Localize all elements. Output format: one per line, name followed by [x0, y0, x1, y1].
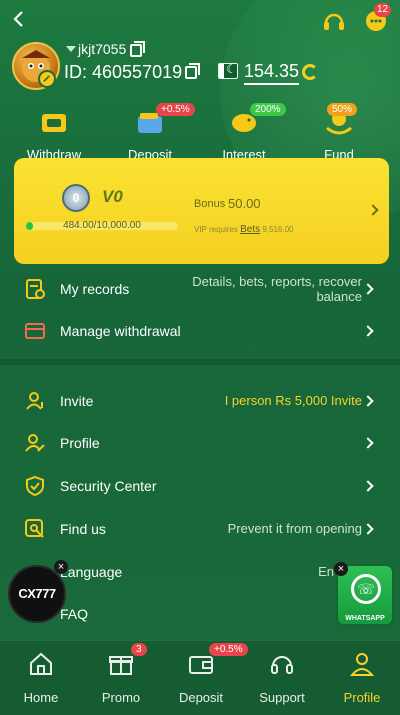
copy-username-icon[interactable] — [130, 41, 145, 57]
profile-page: 12 jkjt7055 ID: 460557019 154.35 Withdra… — [0, 0, 400, 715]
chevron-right-icon — [362, 283, 374, 295]
vip-bets-link[interactable]: Bets — [240, 224, 260, 235]
row-my-records[interactable]: My records Details, bets, reports, recov… — [0, 272, 400, 306]
row-label: My records — [60, 281, 130, 297]
cx777-float-button[interactable]: CX777 — [8, 565, 66, 623]
bottom-nav: Home 3 Promo +0.5% Deposit Support Profi… — [0, 640, 400, 715]
nav-deposit[interactable]: +0.5% Deposit — [161, 641, 248, 715]
message-count-badge: 12 — [374, 3, 392, 17]
deposit-button[interactable]: +0.5% Deposit — [110, 103, 195, 162]
profile-edit-icon — [25, 434, 45, 452]
withdraw-button[interactable]: Withdraw — [14, 108, 94, 162]
row-find-us[interactable]: Find us Prevent it from opening — [0, 514, 400, 544]
row-label: FAQ — [60, 606, 89, 622]
row-invite[interactable]: Invite I person Rs 5,000 Invite — [0, 386, 400, 416]
invite-user-icon — [26, 392, 43, 410]
customer-service-icon[interactable] — [322, 9, 346, 33]
vip-req-value: 9,516.00 — [262, 225, 294, 234]
vip-level: V0 — [102, 187, 123, 206]
interest-tag: 200% — [250, 103, 286, 116]
chevron-right-icon — [362, 437, 374, 449]
find-us-icon — [25, 519, 44, 538]
chevron-right-icon — [362, 523, 374, 535]
gift-icon — [109, 656, 133, 675]
deposit-bonus-tag: +0.5% — [156, 103, 195, 116]
vip-requirement: VIP requires Bets 9,516.00 — [194, 224, 294, 235]
section-divider — [0, 359, 400, 365]
row-label: Manage withdrawal — [60, 323, 181, 339]
wallet-icon — [189, 656, 213, 674]
row-label: Security Center — [60, 478, 157, 494]
row-profile[interactable]: Profile — [0, 428, 400, 458]
vip-req-prefix: VIP requires — [194, 225, 238, 234]
home-icon — [30, 652, 52, 675]
nav-label: Promo — [101, 690, 141, 705]
vip-level-badge: 0 — [62, 184, 90, 212]
interest-button[interactable]: 200% Interest — [204, 103, 286, 162]
vip-card[interactable]: 0 V0 484.00/10,000.00 Bonus 50.00 VIP re… — [14, 158, 389, 264]
row-manage-withdrawal[interactable]: Manage withdrawal — [0, 316, 400, 346]
row-label: Find us — [60, 521, 106, 537]
vip-bonus-label: Bonus — [194, 198, 226, 210]
back-arrow-icon[interactable] — [8, 8, 30, 30]
refresh-balance-icon[interactable] — [302, 64, 318, 80]
user-dropdown-icon[interactable] — [66, 46, 76, 52]
copy-id-icon[interactable] — [185, 63, 200, 79]
nav-label: Deposit — [178, 690, 224, 705]
username: jkjt7055 — [78, 41, 127, 57]
whatsapp-icon: ☏ — [351, 574, 381, 604]
nav-support[interactable]: Support — [242, 641, 322, 715]
nav-label: Support — [259, 690, 305, 705]
headset-icon — [271, 656, 293, 674]
fund-button[interactable]: 50% Fund — [299, 103, 379, 162]
fund-tag: 50% — [327, 103, 358, 116]
nav-label: Home — [23, 690, 59, 705]
records-desc-line1: Details, bets, reports, recover — [192, 274, 362, 289]
row-label: Language — [60, 564, 123, 580]
nav-profile[interactable]: Profile — [322, 641, 400, 715]
records-icon — [26, 279, 45, 299]
row-value: En — [318, 564, 334, 579]
invite-reward-text: I person Rs 5,000 Invite — [224, 393, 362, 408]
whatsapp-label: WHATSAPP — [345, 615, 385, 622]
chevron-right-icon — [367, 204, 379, 216]
pakistan-flag-icon — [218, 63, 238, 79]
withdraw-icon — [42, 114, 66, 132]
vip-progress-text: 484.00/10,000.00 — [63, 220, 141, 231]
close-icon[interactable]: × — [54, 560, 68, 574]
row-value: Prevent it from opening — [227, 521, 362, 536]
shield-icon — [26, 475, 44, 497]
edit-avatar-icon[interactable] — [38, 70, 56, 88]
nav-promo[interactable]: 3 Promo — [81, 641, 161, 715]
withdrawal-card-icon — [25, 323, 45, 339]
nav-home[interactable]: Home — [1, 641, 81, 715]
user-id: ID: 460557019 — [64, 62, 183, 82]
row-security-center[interactable]: Security Center — [0, 471, 400, 501]
row-label: Profile — [60, 435, 100, 451]
wallet-balance: 154.35 — [244, 61, 300, 85]
records-desc-line2: balance — [316, 289, 362, 304]
row-label: Invite — [60, 393, 94, 409]
nav-label: Profile — [343, 690, 381, 705]
row-value: Details, bets, reports, recover balance — [192, 274, 362, 304]
close-icon[interactable]: × — [334, 562, 348, 576]
promo-count-badge: 3 — [131, 643, 147, 656]
chevron-right-icon — [362, 395, 374, 407]
user-icon — [349, 653, 375, 676]
chevron-right-icon — [362, 480, 374, 492]
vip-bonus-value: 50.00 — [228, 196, 261, 211]
chevron-right-icon — [362, 325, 374, 337]
